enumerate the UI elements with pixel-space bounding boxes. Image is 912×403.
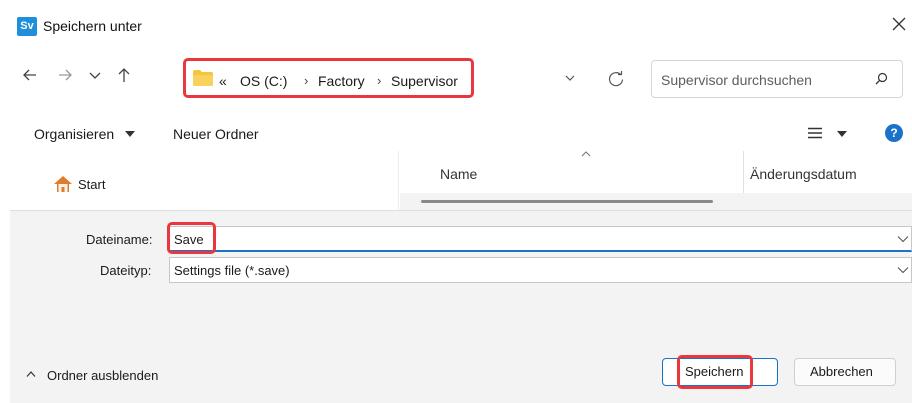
- search-icon[interactable]: [873, 71, 889, 87]
- filetype-label: Dateityp:: [100, 263, 152, 278]
- address-highlight: [183, 58, 474, 98]
- nav-item-start[interactable]: Start: [78, 177, 105, 192]
- sort-ascending-icon: [580, 150, 592, 158]
- address-history-button[interactable]: [563, 71, 577, 85]
- arrow-right-icon: [59, 69, 72, 81]
- cancel-button-label[interactable]: Abbrechen: [810, 364, 873, 379]
- arrow-left-icon: [23, 69, 36, 81]
- filename-highlight: [167, 222, 216, 254]
- home-icon: [53, 175, 73, 193]
- arrow-up-icon: [118, 68, 130, 82]
- filename-label: Dateiname:: [86, 232, 153, 247]
- chevron-down-icon: [89, 72, 101, 79]
- command-bar: [10, 117, 912, 151]
- chevron-down-icon[interactable]: [897, 266, 909, 274]
- filename-input[interactable]: [169, 226, 912, 252]
- scrollbar-thumb[interactable]: [421, 200, 713, 203]
- filetype-value[interactable]: Settings file (*.save): [174, 263, 290, 278]
- column-divider[interactable]: [743, 151, 744, 193]
- recent-locations-button[interactable]: [81, 61, 109, 89]
- caret-down-icon[interactable]: [837, 131, 847, 137]
- close-icon: [892, 17, 906, 31]
- up-button[interactable]: [110, 61, 138, 89]
- window-title: Speichern unter: [43, 18, 142, 34]
- save-highlight: [677, 355, 753, 389]
- column-header-name[interactable]: Name: [440, 166, 477, 182]
- column-header-date-modified[interactable]: Änderungsdatum: [750, 166, 857, 182]
- new-folder-button[interactable]: Neuer Ordner: [173, 126, 259, 142]
- back-button[interactable]: [16, 61, 44, 89]
- view-options-icon[interactable]: [808, 127, 822, 139]
- organize-button[interactable]: Organisieren: [34, 126, 114, 142]
- close-button[interactable]: [888, 13, 912, 37]
- hide-folders-button[interactable]: Ordner ausblenden: [47, 368, 158, 383]
- chevron-down-icon[interactable]: [897, 235, 909, 243]
- refresh-icon: [608, 71, 624, 87]
- chevron-up-icon[interactable]: [25, 370, 37, 378]
- forward-button[interactable]: [51, 61, 79, 89]
- chevron-down-icon: [565, 75, 575, 81]
- app-icon: Sv: [17, 17, 37, 36]
- search-input[interactable]: Supervisor durchsuchen: [661, 72, 812, 88]
- caret-down-icon[interactable]: [125, 131, 135, 137]
- help-icon[interactable]: ?: [885, 124, 903, 142]
- refresh-button[interactable]: [603, 66, 629, 92]
